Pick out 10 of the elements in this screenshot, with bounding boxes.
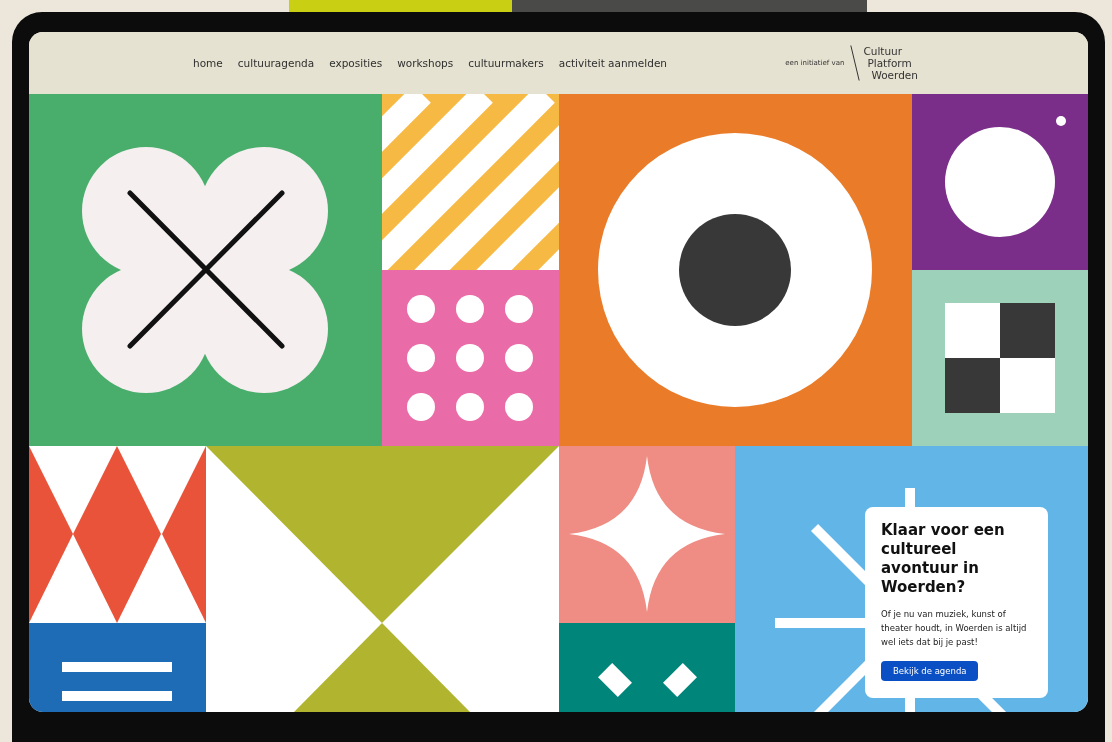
nav-link[interactable]: exposities xyxy=(329,57,383,69)
agenda-button[interactable]: Bekijk de agenda xyxy=(881,661,979,681)
nav-link[interactable]: workshops xyxy=(397,57,454,69)
nav-link[interactable]: activiteit aanmelden xyxy=(558,57,667,69)
nav-link[interactable]: home xyxy=(193,57,223,69)
card-text: Of je nu van muziek, kunst of theater houdt, in Woerden is altijd wel iets dat bij je past! xyxy=(881,608,1028,649)
nav-link[interactable]: cultuuragenda xyxy=(237,57,315,69)
nav-link[interactable]: cultuurmakers xyxy=(468,57,544,69)
logo[interactable]: Cultuur Platform Woerden xyxy=(850,41,918,85)
card-heading: Klaar voor een cultureel avontuur in Woerden? xyxy=(881,521,1006,597)
